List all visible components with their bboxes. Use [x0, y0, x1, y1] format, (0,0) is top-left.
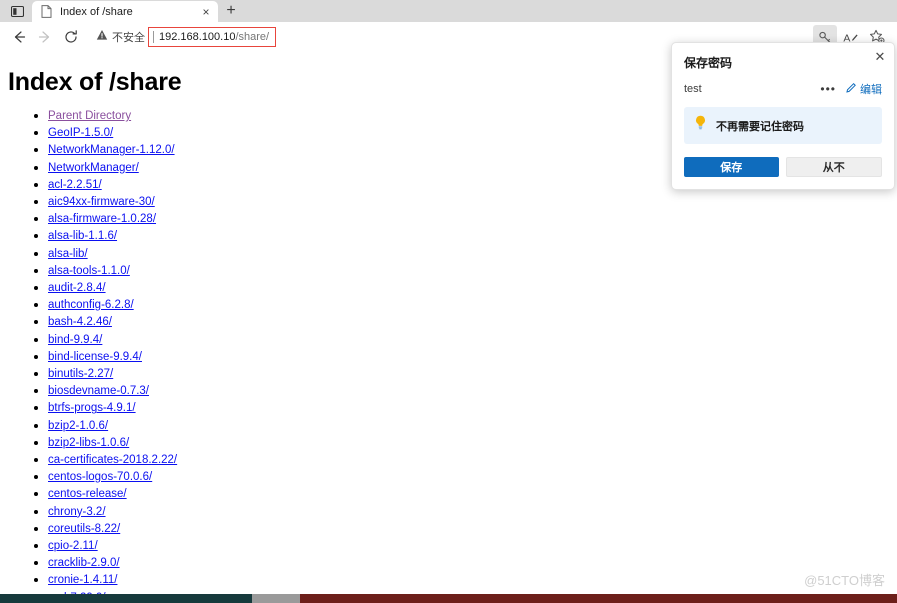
- directory-link[interactable]: NetworkManager-1.12.0/: [48, 144, 175, 156]
- list-item: btrfs-progs-4.9.1/: [48, 399, 889, 416]
- list-item: bind-9.9.4/: [48, 331, 889, 348]
- tab-actions-icon[interactable]: [2, 0, 32, 22]
- forward-arrow-icon: [32, 24, 58, 50]
- directory-link[interactable]: audit-2.8.4/: [48, 282, 106, 294]
- text-caret: [153, 31, 154, 43]
- directory-link[interactable]: cpio-2.11/: [48, 540, 98, 552]
- list-item: centos-release/: [48, 485, 889, 502]
- directory-link[interactable]: bind-license-9.9.4/: [48, 351, 142, 363]
- watermark: @51CTO博客: [804, 573, 885, 588]
- close-icon[interactable]: ×: [198, 4, 214, 20]
- list-item: bzip2-libs-1.0.6/: [48, 434, 889, 451]
- more-options-icon[interactable]: •••: [810, 83, 846, 95]
- directory-link[interactable]: Parent Directory: [48, 110, 131, 122]
- horizontal-scrollbar[interactable]: [0, 594, 897, 603]
- directory-link[interactable]: bash-4.2.46/: [48, 316, 112, 328]
- credential-row: test ••• 编辑: [684, 81, 882, 97]
- list-item: alsa-firmware-1.0.28/: [48, 210, 889, 227]
- close-icon[interactable]: ✕: [871, 47, 889, 65]
- list-item: alsa-lib/: [48, 245, 889, 262]
- edit-label: 编辑: [860, 84, 882, 96]
- directory-link[interactable]: bind-9.9.4/: [48, 334, 102, 346]
- username-value: test: [684, 83, 702, 95]
- directory-link[interactable]: chrony-3.2/: [48, 506, 106, 518]
- list-item: aic94xx-firmware-30/: [48, 193, 889, 210]
- list-item: ca-certificates-2018.2.22/: [48, 451, 889, 468]
- directory-link[interactable]: cracklib-2.9.0/: [48, 557, 120, 569]
- list-item: alsa-tools-1.1.0/: [48, 262, 889, 279]
- list-item: alsa-lib-1.1.6/: [48, 227, 889, 244]
- list-item: chrony-3.2/: [48, 503, 889, 520]
- save-button[interactable]: 保存: [684, 157, 779, 177]
- new-tab-button[interactable]: +: [218, 0, 244, 22]
- directory-link[interactable]: biosdevname-0.7.3/: [48, 385, 149, 397]
- list-item: cpio-2.11/: [48, 537, 889, 554]
- list-item: centos-logos-70.0.6/: [48, 468, 889, 485]
- list-item: binutils-2.27/: [48, 365, 889, 382]
- reload-icon[interactable]: [58, 24, 84, 50]
- directory-link[interactable]: btrfs-progs-4.9.1/: [48, 402, 136, 414]
- directory-link[interactable]: authconfig-6.2.8/: [48, 299, 134, 311]
- tab-strip: Index of /share × +: [0, 0, 897, 22]
- tip-text: 不再需要记住密码: [716, 120, 804, 133]
- browser-tab[interactable]: Index of /share ×: [32, 1, 218, 22]
- browser-window: Index of /share × + 不安全 192.168.100.10/s…: [0, 0, 897, 603]
- scrollbar-track-segment[interactable]: [252, 594, 300, 603]
- password-tip-banner: 不再需要记住密码: [684, 107, 882, 144]
- directory-link[interactable]: ca-certificates-2018.2.22/: [48, 454, 177, 466]
- list-item: bzip2-1.0.6/: [48, 417, 889, 434]
- security-status[interactable]: 不安全: [90, 28, 145, 46]
- directory-link[interactable]: acl-2.2.51/: [48, 179, 102, 191]
- page-icon: [40, 5, 53, 18]
- directory-link[interactable]: centos-logos-70.0.6/: [48, 471, 152, 483]
- directory-link[interactable]: bzip2-libs-1.0.6/: [48, 437, 129, 449]
- directory-link[interactable]: centos-release/: [48, 488, 127, 500]
- tab-title: Index of /share: [60, 5, 133, 18]
- back-arrow-icon[interactable]: [6, 24, 32, 50]
- list-item: bind-license-9.9.4/: [48, 348, 889, 365]
- directory-link[interactable]: GeoIP-1.5.0/: [48, 127, 113, 139]
- list-item: coreutils-8.22/: [48, 520, 889, 537]
- directory-link[interactable]: alsa-tools-1.1.0/: [48, 265, 130, 277]
- url-text: 192.168.100.10/share/: [159, 31, 269, 43]
- directory-link[interactable]: NetworkManager/: [48, 162, 139, 174]
- lightbulb-icon: [694, 115, 707, 136]
- list-item: cracklib-2.9.0/: [48, 554, 889, 571]
- directory-link[interactable]: aic94xx-firmware-30/: [48, 196, 155, 208]
- edit-password-button[interactable]: 编辑: [846, 81, 882, 97]
- directory-link[interactable]: coreutils-8.22/: [48, 523, 120, 535]
- directory-link[interactable]: bzip2-1.0.6/: [48, 420, 108, 432]
- scrollbar-thumb[interactable]: [0, 594, 252, 603]
- directory-link[interactable]: alsa-lib-1.1.6/: [48, 230, 117, 242]
- url-host: 192.168.100.10: [159, 31, 236, 43]
- list-item: bash-4.2.46/: [48, 313, 889, 330]
- list-item: cronie-1.4.11/: [48, 571, 889, 588]
- list-item: authconfig-6.2.8/: [48, 296, 889, 313]
- url-path: /share/: [235, 31, 270, 43]
- popup-actions: 保存 从不: [684, 157, 882, 177]
- directory-link[interactable]: alsa-firmware-1.0.28/: [48, 213, 156, 225]
- save-password-popup: ✕ 保存密码 test ••• 编辑 不再需要记住密码 保存 从不: [671, 42, 895, 190]
- url-input[interactable]: 192.168.100.10/share/: [148, 27, 277, 47]
- never-button[interactable]: 从不: [785, 157, 882, 177]
- pencil-icon: [846, 82, 857, 96]
- security-label: 不安全: [112, 32, 145, 44]
- directory-link[interactable]: binutils-2.27/: [48, 368, 113, 380]
- popup-title: 保存密码: [684, 56, 733, 70]
- warning-triangle-icon: [96, 28, 108, 46]
- directory-link[interactable]: cronie-1.4.11/: [48, 574, 117, 586]
- directory-link[interactable]: alsa-lib/: [48, 248, 88, 260]
- list-item: biosdevname-0.7.3/: [48, 382, 889, 399]
- list-item: audit-2.8.4/: [48, 279, 889, 296]
